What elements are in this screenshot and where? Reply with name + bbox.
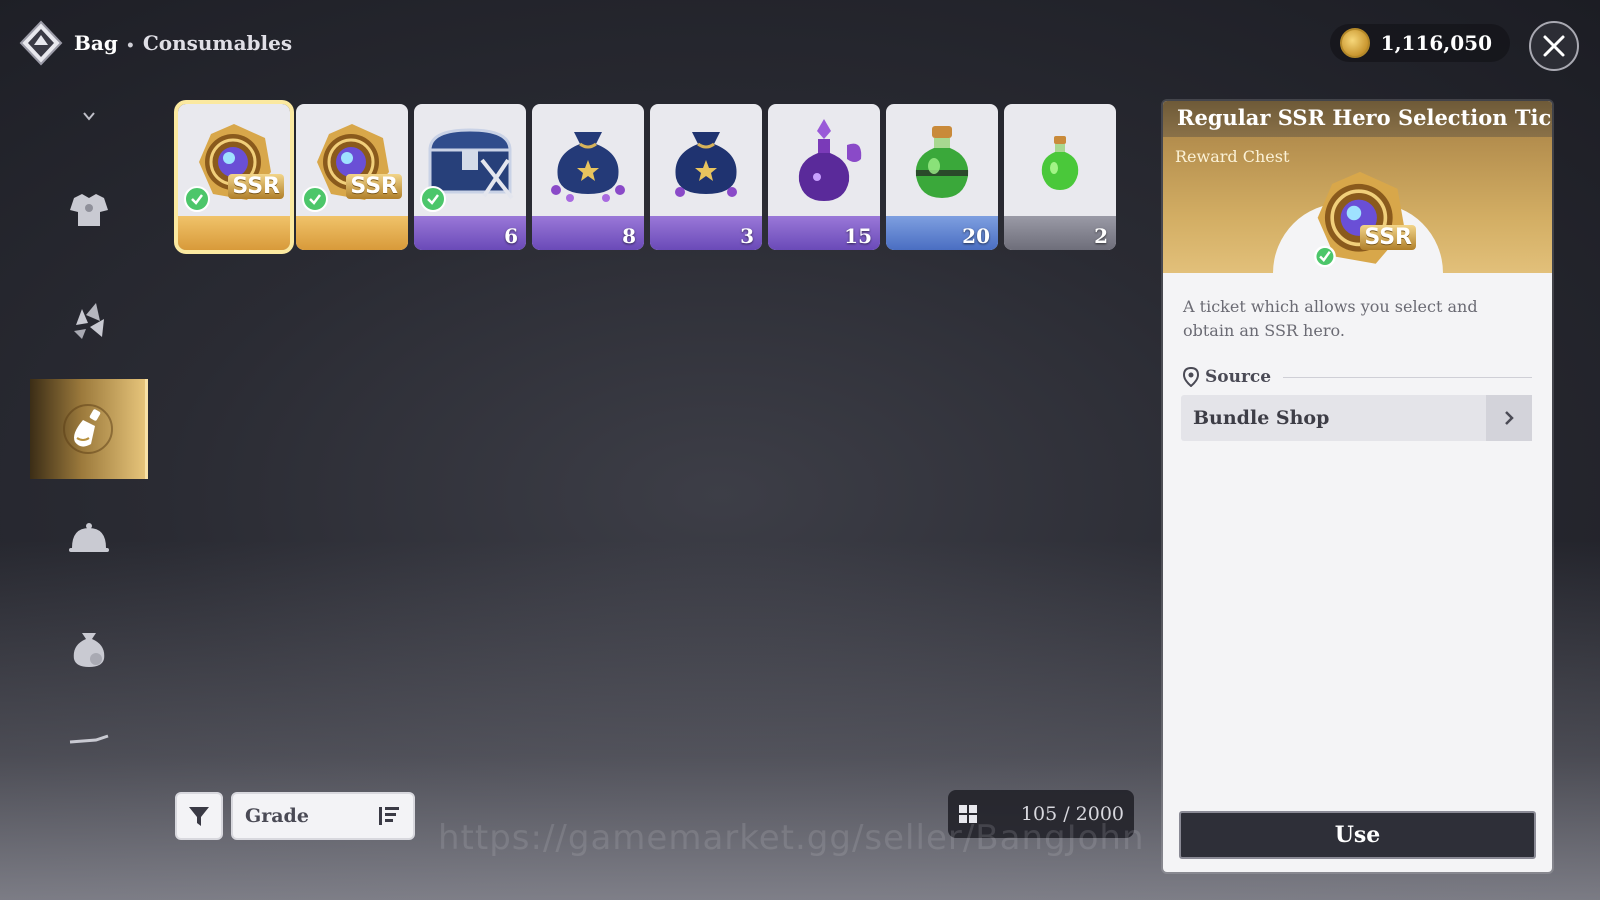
misc-icon (69, 734, 109, 744)
breadcrumb-consumables: Consumables (142, 31, 293, 55)
gold-coin-icon (1340, 28, 1370, 58)
pouch-icon (73, 633, 105, 667)
item-slot-ssr-ticket[interactable]: SSR (296, 104, 408, 250)
source-bundle-shop[interactable]: Bundle Shop (1181, 395, 1532, 441)
star-pouch-icon (532, 108, 644, 218)
item-slot-reward-chest[interactable]: 6 (414, 104, 526, 250)
item-count: 8 (622, 224, 636, 248)
item-detail-panel: Regular SSR Hero Selection Ticket Reward… (1163, 101, 1552, 872)
filter-button[interactable] (175, 792, 223, 840)
item-slot-green-potion-small[interactable]: 2 (1004, 104, 1116, 250)
chevron-right-icon (1505, 411, 1514, 425)
item-slot-star-pouch[interactable]: 8 (532, 104, 644, 250)
watermark: https://gamemarket.gg/seller/BangJohn (438, 818, 1145, 858)
sidebar-item-food[interactable] (30, 488, 148, 588)
breadcrumb-separator: • (125, 38, 135, 54)
sidebar-item-consumables[interactable] (30, 379, 148, 479)
item-slot-star-pouch[interactable]: 3 (650, 104, 762, 250)
ssr-label: SSR (346, 174, 402, 199)
item-description: A ticket which allows you select and obt… (1183, 297, 1478, 340)
gem-shards-icon (74, 303, 104, 339)
item-slot-green-potion-large[interactable]: 20 (886, 104, 998, 250)
item-slot-ssr-ticket[interactable]: SSR (174, 100, 294, 254)
source-heading: Source (1183, 367, 1532, 387)
cloche-icon (69, 523, 109, 552)
sidebar-item-materials[interactable] (30, 270, 148, 370)
category-sidebar (30, 100, 148, 780)
grade-band (296, 216, 408, 250)
checkmark-icon (420, 186, 446, 212)
grade-band (178, 216, 290, 250)
item-count: 6 (504, 224, 518, 248)
gold-amount: 1,116,050 (1380, 31, 1492, 55)
green-potion-icon (886, 108, 998, 218)
page-header: Bag • Consumables (16, 18, 292, 68)
chevron-down-icon (83, 112, 95, 121)
sort-label: Grade (245, 805, 309, 827)
detail-ssr-label: SSR (1360, 225, 1416, 250)
sidebar-scroll-up[interactable] (30, 98, 148, 134)
item-hero: Reward Chest SSR (1163, 137, 1552, 273)
sort-icon (379, 807, 399, 825)
checkmark-icon (302, 186, 328, 212)
checkmark-icon (184, 186, 210, 212)
sidebar-item-misc[interactable] (30, 720, 148, 760)
star-pouch-icon (650, 108, 762, 218)
armor-icon (70, 194, 108, 226)
go-arrow-button[interactable] (1486, 395, 1532, 441)
ssr-label: SSR (228, 174, 284, 199)
potion-icon (62, 404, 113, 454)
use-button[interactable]: Use (1179, 811, 1536, 859)
source-heading-label: Source (1205, 367, 1272, 387)
item-count: 3 (740, 224, 754, 248)
breadcrumb-bag[interactable]: Bag (74, 31, 118, 55)
bag-logo-icon (16, 18, 66, 68)
location-pin-icon (1183, 367, 1199, 387)
filter-icon (189, 807, 209, 826)
ssr-ticket-large-icon: SSR (1308, 167, 1416, 271)
close-icon (1543, 35, 1565, 57)
green-potion-small-icon (1004, 108, 1116, 218)
source-item-label: Bundle Shop (1193, 407, 1330, 429)
item-count: 20 (962, 224, 990, 248)
divider (1283, 376, 1532, 378)
breadcrumb: Bag • Consumables (74, 31, 292, 55)
item-category: Reward Chest (1175, 147, 1290, 166)
item-count: 2 (1094, 224, 1108, 248)
item-count: 15 (844, 224, 872, 248)
purple-potion-icon (768, 108, 880, 218)
close-button[interactable] (1529, 21, 1579, 71)
item-slot-purple-potion[interactable]: 15 (768, 104, 880, 250)
sidebar-item-bags[interactable] (30, 598, 148, 698)
sort-dropdown[interactable]: Grade (231, 792, 415, 840)
gold-currency: 1,116,050 (1330, 24, 1510, 62)
sidebar-item-equipment[interactable] (30, 160, 148, 260)
item-title: Regular SSR Hero Selection Ticket (1163, 101, 1552, 137)
